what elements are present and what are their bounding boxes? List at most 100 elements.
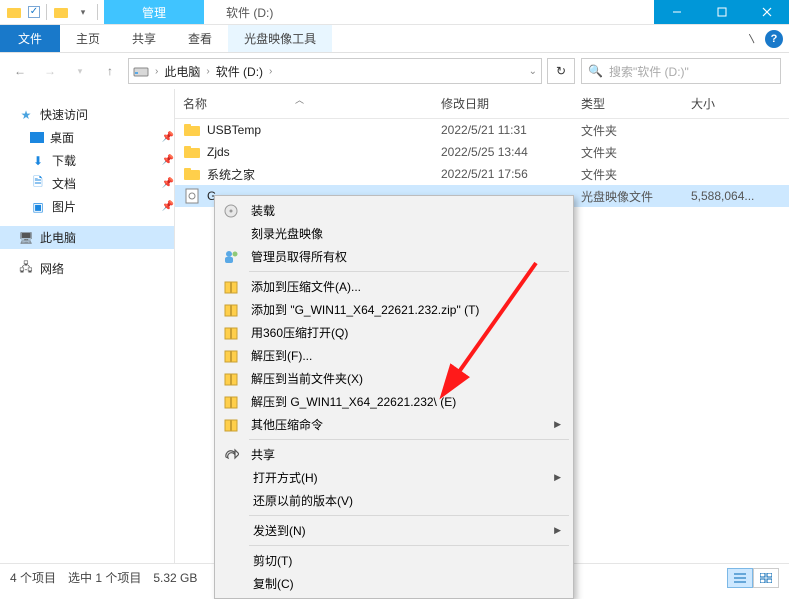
ribbon-tab-home[interactable]: 主页 <box>60 25 116 52</box>
sidebar-item-documents[interactable]: 🗎 文档 📌 <box>0 172 174 195</box>
ribbon-tab-view[interactable]: 查看 <box>172 25 228 52</box>
folder-app-icon <box>6 4 22 20</box>
sidebar-network-label: 网络 <box>40 260 64 277</box>
file-name: USBTemp <box>207 123 441 137</box>
breadcrumb-current[interactable]: 软件 (D:) <box>216 63 263 80</box>
column-headers: 名称 修改日期 类型 大小 <box>175 89 789 119</box>
minimize-button[interactable] <box>654 0 699 24</box>
view-details-button[interactable] <box>727 568 753 588</box>
context-menu-label: 还原以前的版本(V) <box>253 492 353 509</box>
context-menu-item[interactable]: 刻录光盘映像 <box>217 222 571 245</box>
sidebar-item-label: 文档 <box>52 175 76 192</box>
context-menu-item[interactable]: 剪切(T) <box>217 549 571 572</box>
pin-icon: 📌 <box>162 178 174 189</box>
checkbox-icon[interactable]: ✓ <box>28 6 40 18</box>
nav-back-button[interactable]: ← <box>8 59 32 83</box>
share-icon <box>221 445 241 465</box>
status-selection: 选中 1 个项目 <box>68 569 141 586</box>
context-menu-item[interactable]: 添加到 "G_WIN11_X64_22621.232.zip" (T) <box>217 298 571 321</box>
context-menu-item[interactable]: 解压到(F)... <box>217 344 571 367</box>
context-menu-separator <box>249 271 569 272</box>
sidebar-item-label: 图片 <box>52 198 76 215</box>
context-menu-item[interactable]: 还原以前的版本(V) <box>217 489 571 512</box>
column-date[interactable]: 修改日期 <box>441 95 581 112</box>
view-thumbnails-button[interactable] <box>753 568 779 588</box>
help-icon[interactable]: ? <box>765 30 783 48</box>
context-menu-item[interactable]: 解压到 G_WIN11_X64_22621.232\ (E) <box>217 390 571 413</box>
address-dropdown-icon[interactable]: ⌄ <box>529 66 537 77</box>
pin-icon: 📌 <box>162 155 174 166</box>
download-icon: ⬇ <box>30 153 46 169</box>
view-toggle <box>727 568 779 588</box>
nav-up-button[interactable]: ↑ <box>98 59 122 83</box>
blank-icon <box>221 224 241 244</box>
pictures-icon: ▣ <box>30 199 46 215</box>
archive-icon <box>221 415 241 435</box>
context-menu-item[interactable]: 解压到当前文件夹(X) <box>217 367 571 390</box>
search-icon: 🔍 <box>588 64 603 78</box>
chevron-right-icon[interactable]: › <box>269 66 272 77</box>
qat-dropdown-icon[interactable]: ▾ <box>75 4 91 20</box>
folder-icon <box>183 122 201 138</box>
context-menu-item[interactable]: 复制(C) <box>217 572 571 595</box>
column-name[interactable]: 名称 <box>183 95 441 112</box>
context-menu-label: 管理员取得所有权 <box>251 248 347 265</box>
titlebar-center: 管理 软件 (D:) <box>104 0 654 24</box>
folder-small-icon[interactable] <box>53 4 69 20</box>
file-tab[interactable]: 文件 <box>0 25 60 52</box>
sort-indicator-icon <box>207 100 210 110</box>
nav-recent-dropdown[interactable]: ▾ <box>68 59 92 83</box>
sidebar-this-pc[interactable]: 🖥此电脑 <box>0 226 174 249</box>
star-icon: ★ <box>18 107 34 123</box>
archive-icon <box>221 346 241 366</box>
close-button[interactable] <box>744 0 789 24</box>
ribbon-tab-share[interactable]: 共享 <box>116 25 172 52</box>
context-menu-item[interactable]: 其他压缩命令 <box>217 413 571 436</box>
breadcrumb-root[interactable]: 此电脑 <box>164 63 200 80</box>
context-menu-label: 解压到 G_WIN11_X64_22621.232\ (E) <box>251 393 456 410</box>
address-bar[interactable]: › 此电脑 › 软件 (D:) › ⌄ <box>128 58 542 84</box>
context-menu-item[interactable]: 打开方式(H) <box>217 466 571 489</box>
context-menu-item[interactable]: 发送到(N) <box>217 519 571 542</box>
qat-divider <box>46 4 47 20</box>
sidebar-item-pictures[interactable]: ▣图片📌 <box>0 195 174 218</box>
chevron-right-icon[interactable]: › <box>206 66 209 77</box>
status-item-count: 4 个项目 <box>10 569 56 586</box>
ribbon-tab-disc-image-tools[interactable]: 光盘映像工具 <box>228 25 332 52</box>
context-menu-separator <box>249 545 569 546</box>
file-row[interactable]: Zjds2022/5/25 13:44文件夹 <box>175 141 789 163</box>
chevron-right-icon[interactable]: › <box>155 66 158 77</box>
contextual-tab-label: 管理 <box>104 0 204 24</box>
context-menu-item[interactable]: 管理员取得所有权 <box>217 245 571 268</box>
sidebar-quick-access[interactable]: ★ 快速访问 <box>0 103 174 126</box>
context-menu-label: 解压到当前文件夹(X) <box>251 370 363 387</box>
context-menu-item[interactable]: 添加到压缩文件(A)... <box>217 275 571 298</box>
context-menu-label: 刻录光盘映像 <box>251 225 323 242</box>
refresh-button[interactable]: ↻ <box>547 58 575 84</box>
maximize-button[interactable] <box>699 0 744 24</box>
context-menu-item[interactable]: 装载 <box>217 199 571 222</box>
file-type: 光盘映像文件 <box>581 188 691 205</box>
search-input[interactable]: 🔍 搜索"软件 (D:)" <box>581 58 781 84</box>
sidebar-item-desktop[interactable]: 桌面📌 <box>0 126 174 149</box>
file-row[interactable]: 系统之家2022/5/21 17:56文件夹 <box>175 163 789 185</box>
window-title: 软件 (D:) <box>204 0 295 24</box>
context-menu-label: 共享 <box>251 446 275 463</box>
desktop-icon <box>30 132 44 143</box>
file-row[interactable]: USBTemp2022/5/21 11:31文件夹 <box>175 119 789 141</box>
nav-forward-button[interactable]: → <box>38 59 62 83</box>
context-menu-label: 其他压缩命令 <box>251 416 323 433</box>
column-name-label: 名称 <box>183 97 207 111</box>
context-menu-item[interactable]: 共享 <box>217 443 571 466</box>
documents-icon: 🗎 <box>30 176 46 192</box>
sidebar-network[interactable]: 🖧网络 <box>0 257 174 280</box>
ribbon-collapse-icon[interactable]: 〵 <box>747 31 757 46</box>
column-size[interactable]: 大小 <box>691 95 771 112</box>
archive-icon <box>221 392 241 412</box>
context-menu-label: 装载 <box>251 202 275 219</box>
context-menu-label: 复制(C) <box>253 575 294 592</box>
column-type[interactable]: 类型 <box>581 95 691 112</box>
sidebar-item-downloads[interactable]: ⬇下载📌 <box>0 149 174 172</box>
context-menu-label: 添加到 "G_WIN11_X64_22621.232.zip" (T) <box>251 301 479 318</box>
context-menu-item[interactable]: 用360压缩打开(Q) <box>217 321 571 344</box>
